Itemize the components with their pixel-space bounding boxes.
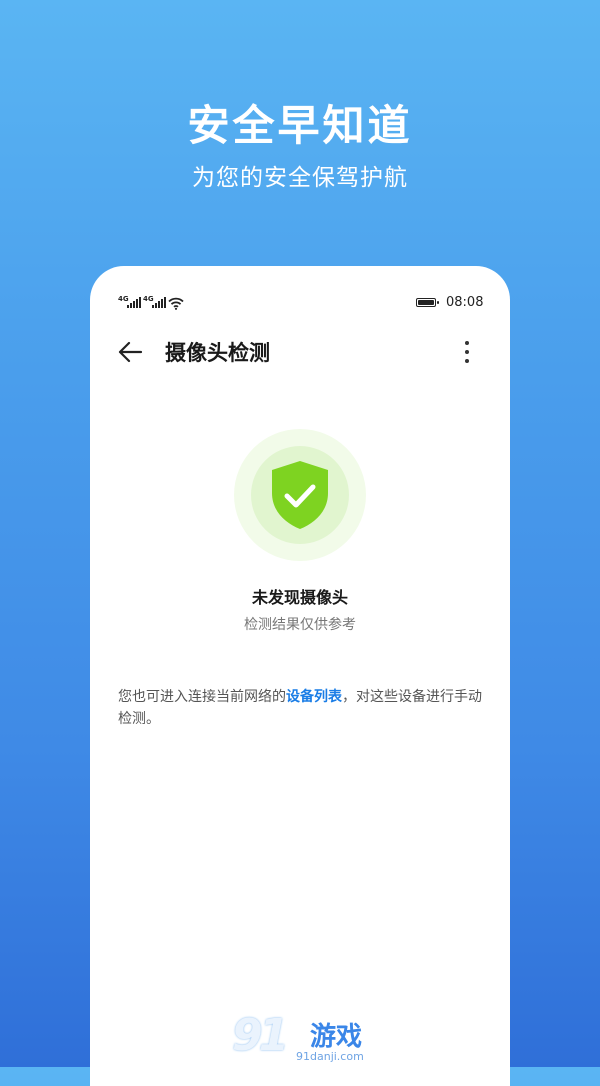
battery-icon bbox=[416, 298, 439, 307]
result-title: 未发现摄像头 bbox=[251, 588, 348, 607]
status-bar: 4G 4G 08:08 bbox=[90, 266, 510, 340]
hint-text-before: 您也可进入连接当前网络的 bbox=[118, 689, 286, 705]
hint-text: 您也可进入连接当前网络的设备列表，对这些设备进行手动检测。 bbox=[118, 686, 488, 730]
watermark-domain: 91danji.com bbox=[296, 1050, 364, 1063]
back-button[interactable] bbox=[116, 338, 148, 368]
promo-title: 安全早知道 bbox=[187, 101, 413, 150]
site-watermark-logo: 91 游戏 91danji.com bbox=[232, 1010, 364, 1063]
shield-check-icon bbox=[272, 461, 328, 529]
arrow-left-icon bbox=[118, 341, 143, 363]
promo-subtitle: 为您的安全保驾护航 bbox=[192, 165, 408, 191]
status-time: 08:08 bbox=[446, 295, 484, 310]
watermark-logo-name: 游戏 bbox=[310, 1022, 363, 1052]
more-vertical-icon bbox=[456, 341, 478, 363]
device-list-link[interactable]: 设备列表 bbox=[286, 689, 342, 705]
page-title: 摄像头检测 bbox=[165, 341, 270, 365]
wifi-icon bbox=[168, 295, 184, 314]
signal-icon bbox=[152, 297, 166, 308]
phone-screen: 4G 4G 08:08 摄像头检测 未发现摄像头 检测结果仅供参考 您也可进入连… bbox=[90, 266, 510, 1086]
result-subtitle: 检测结果仅供参考 bbox=[244, 617, 356, 633]
signal-icon bbox=[127, 297, 141, 308]
watermark-logo-91: 91 bbox=[232, 1010, 289, 1061]
more-options-button[interactable] bbox=[456, 338, 478, 366]
shield-status-badge bbox=[234, 429, 366, 561]
